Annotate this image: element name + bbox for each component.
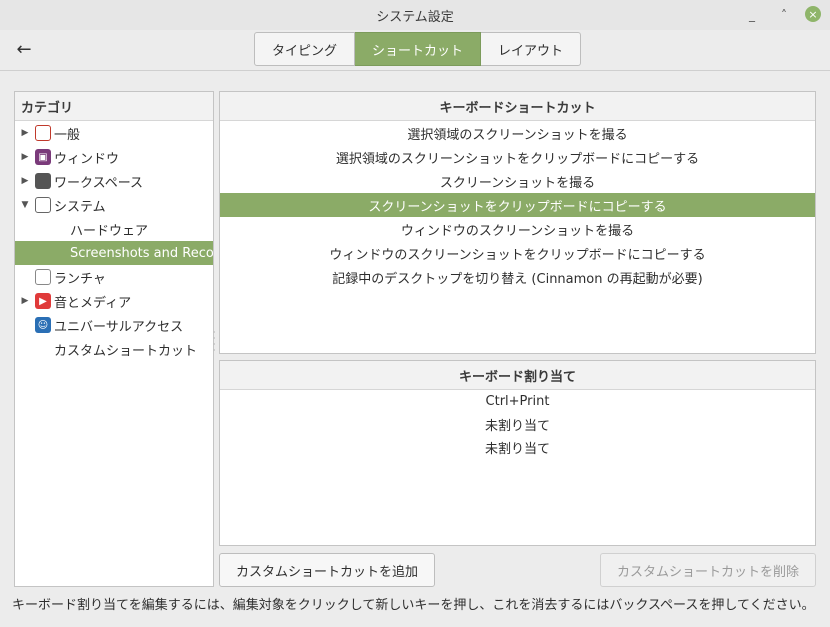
category-heading: カテゴリ [15,92,213,121]
category-workspace[interactable]: ▶ ワークスペース [15,169,213,193]
assignment-row[interactable]: 未割り当て [220,413,815,436]
category-label: ランチャ [54,271,106,287]
launcher-icon: ⚙ [35,269,51,285]
category-label: Screenshots and Recording [70,245,213,261]
shortcut-row[interactable]: ウィンドウのスクリーンショットを撮る [220,217,815,241]
assignment-heading: キーボード割り当て [220,361,815,390]
custom-shortcut-icon: A [35,341,51,357]
add-custom-shortcut-button[interactable]: カスタムショートカットを追加 [219,553,435,587]
tab-bar: タイピング ショートカット レイアウト [254,32,582,66]
category-label: カスタムショートカット [54,343,198,359]
category-accessibility[interactable]: ☺ ユニバーサルアクセス [15,313,213,337]
category-screenshots[interactable]: Screenshots and Recording [15,241,213,265]
shortcut-list: 選択領域のスクリーンショットを撮る 選択領域のスクリーンショットをクリップボード… [220,121,815,289]
media-icon: ▶ [35,293,51,309]
shortcut-row[interactable]: 選択領域のスクリーンショットを撮る [220,121,815,145]
expand-arrow-icon[interactable]: ▶ [15,296,35,306]
category-panel: カテゴリ ▶ ✉ 一般 ▶ ▣ ウィンドウ ▶ ワークスペース ▼ ≡ システム… [14,91,214,587]
close-icon[interactable]: × [805,6,821,22]
category-label: 音とメディア [54,295,132,311]
window-title: システム設定 [376,9,454,25]
tab-typing[interactable]: タイピング [254,32,356,66]
category-general[interactable]: ▶ ✉ 一般 [15,121,213,145]
category-label: システム [54,199,106,215]
pane-resize-handle[interactable]: · · · · [213,329,217,355]
category-media[interactable]: ▶ ▶ 音とメディア [15,289,213,313]
assignment-list: Ctrl+Print 未割り当て 未割り当て [220,390,815,459]
category-hardware[interactable]: ハードウェア [15,217,213,241]
workspace-icon [35,173,51,189]
window-icon: ▣ [35,149,51,165]
expand-arrow-icon[interactable]: ▶ [15,128,35,138]
tab-shortcuts[interactable]: ショートカット [355,32,482,66]
shortcut-row-selected[interactable]: スクリーンショットをクリップボードにコピーする [220,193,815,217]
category-label: ハードウェア [70,223,149,239]
accessibility-icon: ☺ [35,317,51,333]
system-icon: ≡ [35,197,51,213]
shortcut-row[interactable]: 選択領域のスクリーンショットをクリップボードにコピーする [220,145,815,169]
remove-custom-shortcut-button[interactable]: カスタムショートカットを削除 [600,553,816,587]
category-list: ▶ ✉ 一般 ▶ ▣ ウィンドウ ▶ ワークスペース ▼ ≡ システム ハードウ… [15,121,213,361]
tab-layout[interactable]: レイアウト [481,32,582,66]
shortcut-row[interactable]: スクリーンショットを撮る [220,169,815,193]
expand-arrow-icon[interactable]: ▶ [15,152,35,162]
category-label: ワークスペース [54,175,144,191]
collapse-arrow-icon[interactable]: ▼ [15,200,35,210]
assignment-row[interactable]: 未割り当て [220,436,815,459]
expand-arrow-icon[interactable]: ▶ [15,176,35,186]
back-arrow-icon[interactable]: ← [14,39,34,60]
header-bar: ← タイピング ショートカット レイアウト [0,30,830,71]
shortcut-heading: キーボードショートカット [220,92,815,121]
category-label: ウィンドウ [54,151,120,167]
category-label: ユニバーサルアクセス [54,319,184,335]
category-label: 一般 [54,127,81,143]
minimize-icon[interactable]: _ [744,7,760,23]
shortcut-panel: キーボードショートカット 選択領域のスクリーンショットを撮る 選択領域のスクリー… [219,91,816,354]
assignment-panel: キーボード割り当て Ctrl+Print 未割り当て 未割り当て [219,360,816,546]
category-launcher[interactable]: ⚙ ランチャ [15,265,213,289]
title-bar: システム設定 _ ˄ × [0,0,830,30]
shortcut-row[interactable]: ウィンドウのスクリーンショットをクリップボードにコピーする [220,241,815,265]
category-window[interactable]: ▶ ▣ ウィンドウ [15,145,213,169]
help-text: キーボード割り当てを編集するには、編集対象をクリックして新しいキーを押し、これを… [12,598,815,613]
category-custom-shortcut[interactable]: A カスタムショートカット [15,337,213,361]
category-system[interactable]: ▼ ≡ システム [15,193,213,217]
general-icon: ✉ [35,125,51,141]
assignment-row[interactable]: Ctrl+Print [220,390,815,413]
maximize-icon[interactable]: ˄ [776,7,792,23]
shortcut-row[interactable]: 記録中のデスクトップを切り替え (Cinnamon の再起動が必要) [220,265,815,289]
